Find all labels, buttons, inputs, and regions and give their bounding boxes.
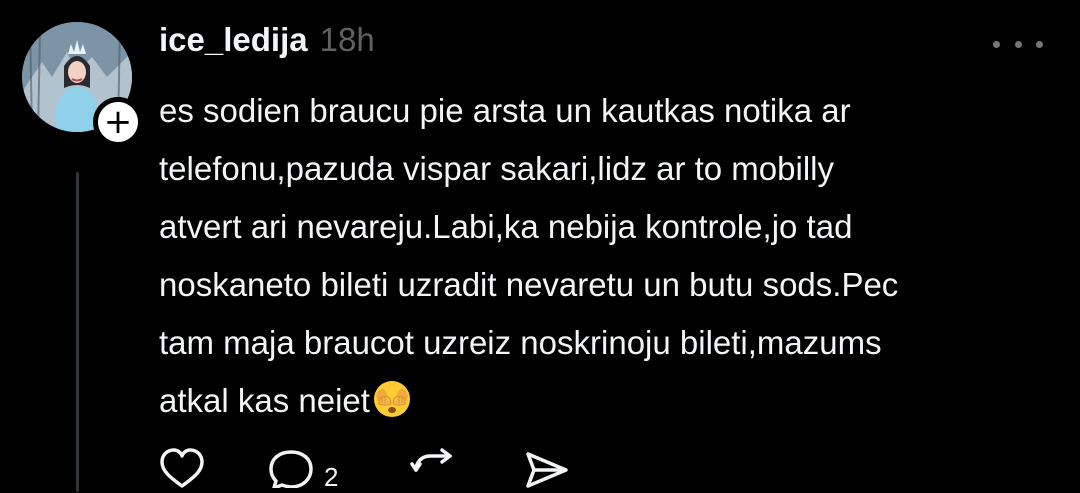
author-avatar-container[interactable]: + (22, 22, 143, 147)
repost-icon (410, 448, 458, 488)
post-text-last-line: atkal kas neiet (159, 372, 1039, 430)
plus-icon: + (103, 102, 133, 142)
post-text-line: atvert ari nevareju.Labi,ka nebija kontr… (159, 208, 853, 245)
post-actions-bar: 2 (158, 448, 584, 492)
follow-plus-button[interactable]: + (93, 97, 143, 147)
more-options-button[interactable] (993, 32, 1043, 56)
thread-connector-line (76, 172, 79, 492)
post-header: ice_ledija 18h (159, 21, 375, 65)
reply-count: 2 (324, 462, 339, 492)
comment-icon (268, 448, 314, 488)
send-icon (524, 448, 570, 488)
post-text-line: tam maja braucot uzreiz noskrinoju bilet… (159, 324, 882, 361)
more-options-dot (1036, 40, 1043, 48)
post-text-line: telefonu,pazuda vispar sakari,lidz ar to… (159, 150, 835, 187)
author-username[interactable]: ice_ledija (159, 21, 308, 59)
more-options-icon (993, 40, 1000, 48)
share-button[interactable] (524, 448, 584, 488)
see-no-evil-face-emoji (370, 376, 414, 420)
post-body-text: es sodien braucu pie arsta un kautkas no… (159, 82, 1039, 430)
post-text-line: es sodien braucu pie arsta un kautkas no… (159, 92, 851, 129)
post-timestamp: 18h (319, 21, 375, 58)
thread-post: + ice_ledija 18h es sodien braucu pie ar… (0, 0, 1080, 492)
post-text-line: noskaneto bileti uzradit nevaretu un but… (159, 266, 899, 303)
more-options-dot (1014, 40, 1022, 48)
like-button[interactable] (158, 448, 268, 488)
reply-button[interactable]: 2 (268, 448, 410, 493)
post-text-line: atkal kas neiet (159, 382, 370, 419)
repost-button[interactable] (410, 448, 524, 488)
heart-icon (158, 448, 206, 488)
